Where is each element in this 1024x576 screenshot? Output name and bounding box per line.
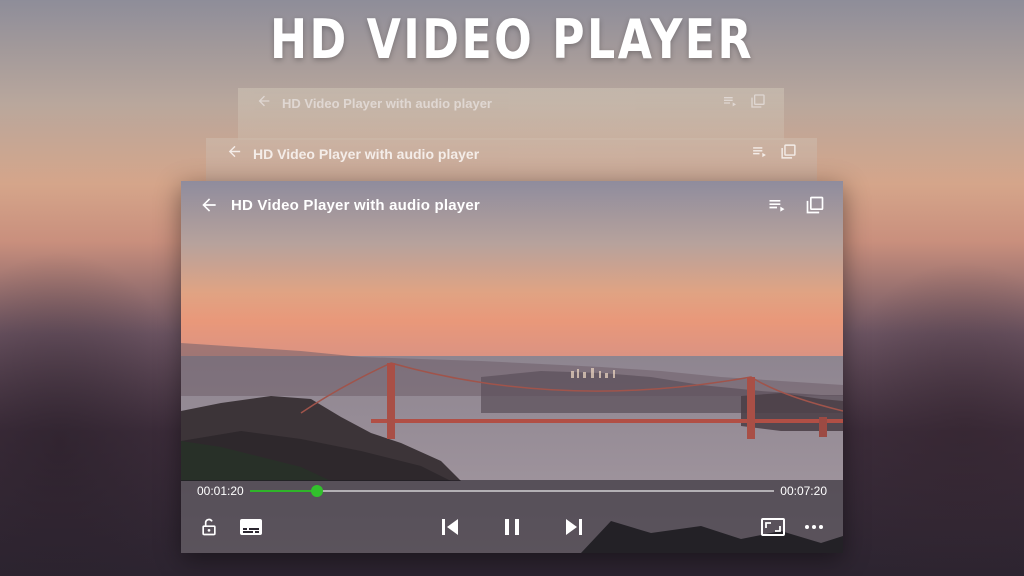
background-blur-left (0, 250, 200, 576)
seek-bar-thumb[interactable] (310, 485, 323, 497)
pause-icon (500, 515, 524, 539)
more-horizontal-icon (804, 523, 824, 531)
playlist-play-icon (751, 143, 768, 165)
background-blur-right (824, 260, 1024, 576)
pause-button[interactable] (499, 510, 525, 544)
popup-window-icon (780, 143, 797, 165)
lock-button[interactable] (197, 510, 221, 544)
back-arrow-icon[interactable] (199, 195, 219, 215)
ghost-screen-back: HD Video Player with audio player (238, 88, 784, 140)
total-time: 00:07:20 (780, 484, 827, 498)
skip-previous-icon (438, 515, 462, 539)
previous-button[interactable] (437, 510, 463, 544)
video-title: HD Video Player with audio player (231, 196, 480, 214)
popup-window-icon (750, 93, 766, 114)
next-button[interactable] (561, 510, 587, 544)
back-arrow-icon (226, 143, 243, 165)
seek-bar[interactable] (249, 485, 775, 497)
subtitles-button[interactable] (238, 510, 264, 544)
ghost-screen-middle: HD Video Player with audio player (206, 138, 817, 186)
video-player[interactable]: HD Video Player with audio player 00:01:… (181, 181, 843, 553)
lock-open-icon (199, 517, 219, 537)
aspect-ratio-icon (761, 517, 785, 537)
more-options-button[interactable] (802, 510, 826, 544)
skip-next-icon (562, 515, 586, 539)
back-arrow-icon (256, 93, 272, 114)
banner-title: HD VIDEO PLAYER (269, 8, 755, 71)
popup-window-icon[interactable] (805, 195, 825, 215)
player-top-bar: HD Video Player with audio player (181, 181, 843, 229)
controls-row (181, 510, 843, 544)
player-bottom-bar: 00:01:20 00:07:20 (181, 480, 843, 553)
current-time: 00:01:20 (197, 484, 244, 498)
ghost-screen-title: HD Video Player with audio player (282, 95, 492, 111)
playlist-play-icon (722, 93, 738, 114)
seek-row: 00:01:20 00:07:20 (181, 480, 843, 502)
seek-bar-progress (249, 490, 317, 492)
ghost-screen-title: HD Video Player with audio player (253, 146, 480, 162)
subtitles-icon (239, 517, 263, 537)
aspect-ratio-button[interactable] (760, 510, 786, 544)
playlist-play-icon[interactable] (767, 195, 787, 215)
